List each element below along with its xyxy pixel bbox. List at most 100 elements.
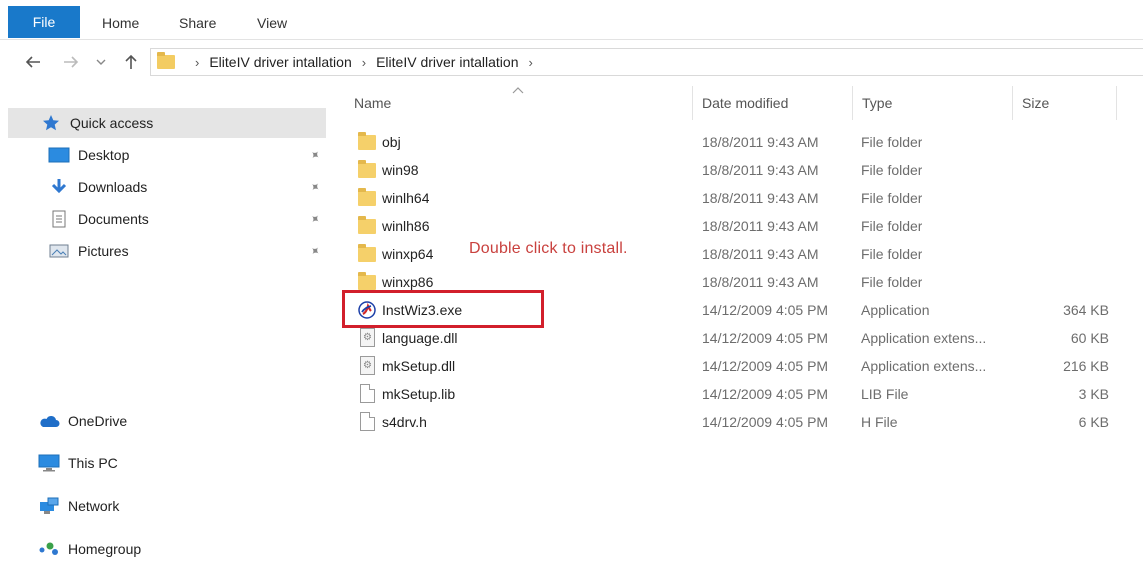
file-name: s4drv.h [382, 414, 427, 430]
file-type: File folder [861, 246, 923, 262]
file-name: winxp64 [382, 246, 434, 262]
column-separator[interactable] [1012, 86, 1013, 120]
pin-icon[interactable]: ✦ [307, 146, 324, 163]
sidebar-item-downloads[interactable]: Downloads ✦ [8, 172, 326, 202]
file-date: 18/8/2011 9:43 AM [702, 134, 819, 150]
file-list: Name Date modified Type Size obj 18/8/20… [330, 86, 1143, 571]
file-type: File folder [861, 190, 923, 206]
file-row[interactable]: s4drv.h 14/12/2009 4:05 PM H File 6 KB [346, 408, 1126, 436]
pin-icon[interactable]: ✦ [307, 242, 324, 259]
file-row[interactable]: winlh86 18/8/2011 9:43 AM File folder [346, 212, 1126, 240]
file-row[interactable]: ⚙ mkSetup.dll 14/12/2009 4:05 PM Applica… [346, 352, 1126, 380]
file-size [1021, 128, 1109, 156]
file-date: 18/8/2011 9:43 AM [702, 162, 819, 178]
sidebar-item-label: Pictures [78, 243, 129, 259]
file-name: win98 [382, 162, 419, 178]
sidebar-item-documents[interactable]: Documents ✦ [8, 204, 326, 234]
sidebar-item-this-pc[interactable]: This PC [8, 448, 326, 478]
file-size [1021, 268, 1109, 296]
column-header-type[interactable]: Type [854, 86, 1012, 120]
file-size [1021, 240, 1109, 268]
dll-file-icon: ⚙ [360, 328, 375, 347]
folder-icon [358, 132, 376, 150]
sort-ascending-icon [512, 86, 524, 97]
file-row[interactable]: winlh64 18/8/2011 9:43 AM File folder [346, 184, 1126, 212]
tab-home[interactable]: Home [102, 8, 139, 38]
sidebar-item-label: Network [68, 498, 120, 514]
sidebar-item-label: This PC [68, 455, 118, 471]
file-size: 3 KB [1078, 386, 1109, 402]
file-name: mkSetup.lib [382, 386, 456, 402]
file-name: mkSetup.dll [382, 358, 456, 374]
sidebar-item-label: Homegroup [68, 541, 142, 557]
cloud-icon [38, 412, 60, 430]
tab-share[interactable]: Share [179, 8, 216, 38]
address-bar[interactable]: › EliteIV driver intallation › EliteIV d… [150, 48, 1143, 76]
chevron-right-icon[interactable]: › [362, 55, 366, 70]
column-separator[interactable] [692, 86, 693, 120]
column-separator[interactable] [1116, 86, 1117, 120]
sidebar-item-onedrive[interactable]: OneDrive [8, 406, 326, 436]
column-header-size[interactable]: Size [1014, 86, 1114, 120]
sidebar-item-quick-access[interactable]: Quick access [8, 108, 326, 138]
file-type: Application [861, 302, 930, 318]
tab-file[interactable]: File [8, 6, 80, 38]
file-name: winlh86 [382, 218, 430, 234]
file-size: 6 KB [1078, 414, 1109, 430]
folder-icon [358, 244, 376, 262]
column-separator[interactable] [852, 86, 853, 120]
file-type: Application extens... [861, 330, 987, 346]
sidebar-item-pictures[interactable]: Pictures ✦ [8, 236, 326, 266]
chevron-right-icon[interactable]: › [195, 55, 199, 70]
sidebar-item-network[interactable]: Network [8, 491, 326, 521]
file-size [1021, 184, 1109, 212]
breadcrumb-item[interactable]: EliteIV driver intallation [376, 54, 518, 70]
ribbon-tabs: File Home Share View [0, 0, 1143, 40]
forward-arrow-icon[interactable] [58, 48, 84, 76]
navigation-bar: › EliteIV driver intallation › EliteIV d… [0, 44, 1143, 80]
file-size: 60 KB [1070, 330, 1109, 346]
chevron-down-icon[interactable] [92, 48, 110, 76]
breadcrumb-item[interactable]: EliteIV driver intallation [209, 54, 351, 70]
file-row[interactable]: ⚙ language.dll 14/12/2009 4:05 PM Applic… [346, 324, 1126, 352]
file-date: 18/8/2011 9:43 AM [702, 218, 819, 234]
folder-icon [157, 52, 175, 69]
sidebar-item-desktop[interactable]: Desktop ✦ [8, 140, 326, 170]
folder-icon [358, 272, 376, 290]
file-size [1021, 212, 1109, 240]
file-type: File folder [861, 134, 923, 150]
file-date: 14/12/2009 4:05 PM [702, 386, 829, 402]
pin-icon[interactable]: ✦ [307, 178, 324, 195]
file-date: 18/8/2011 9:43 AM [702, 190, 819, 206]
computer-icon [38, 454, 60, 472]
desktop-icon [48, 146, 70, 164]
file-row[interactable]: winxp64 18/8/2011 9:43 AM File folder [346, 240, 1126, 268]
sidebar-item-homegroup[interactable]: Homegroup [8, 534, 326, 564]
back-arrow-icon[interactable] [20, 48, 46, 76]
folder-icon [358, 160, 376, 178]
file-icon [360, 412, 375, 431]
file-row[interactable]: win98 18/8/2011 9:43 AM File folder [346, 156, 1126, 184]
sidebar-item-label: OneDrive [68, 413, 128, 429]
network-icon [38, 497, 60, 515]
tab-view[interactable]: View [257, 8, 287, 38]
file-type: File folder [861, 162, 923, 178]
sidebar-item-label: Desktop [78, 147, 130, 163]
file-date: 18/8/2011 9:43 AM [702, 246, 819, 262]
file-name: obj [382, 134, 401, 150]
up-arrow-icon[interactable] [118, 48, 144, 76]
pin-icon[interactable]: ✦ [307, 210, 324, 227]
pictures-icon [48, 242, 70, 260]
file-icon [360, 384, 375, 403]
column-header-date-modified[interactable]: Date modified [694, 86, 852, 120]
file-name: winlh64 [382, 190, 430, 206]
file-date: 14/12/2009 4:05 PM [702, 358, 829, 374]
file-row[interactable]: mkSetup.lib 14/12/2009 4:05 PM LIB File … [346, 380, 1126, 408]
file-type: File folder [861, 218, 923, 234]
file-type: LIB File [861, 386, 909, 402]
sidebar-item-label: Documents [78, 211, 149, 227]
chevron-right-icon[interactable]: › [529, 55, 533, 70]
file-row[interactable]: obj 18/8/2011 9:43 AM File folder [346, 128, 1126, 156]
folder-icon [358, 216, 376, 234]
file-date: 14/12/2009 4:05 PM [702, 330, 829, 346]
